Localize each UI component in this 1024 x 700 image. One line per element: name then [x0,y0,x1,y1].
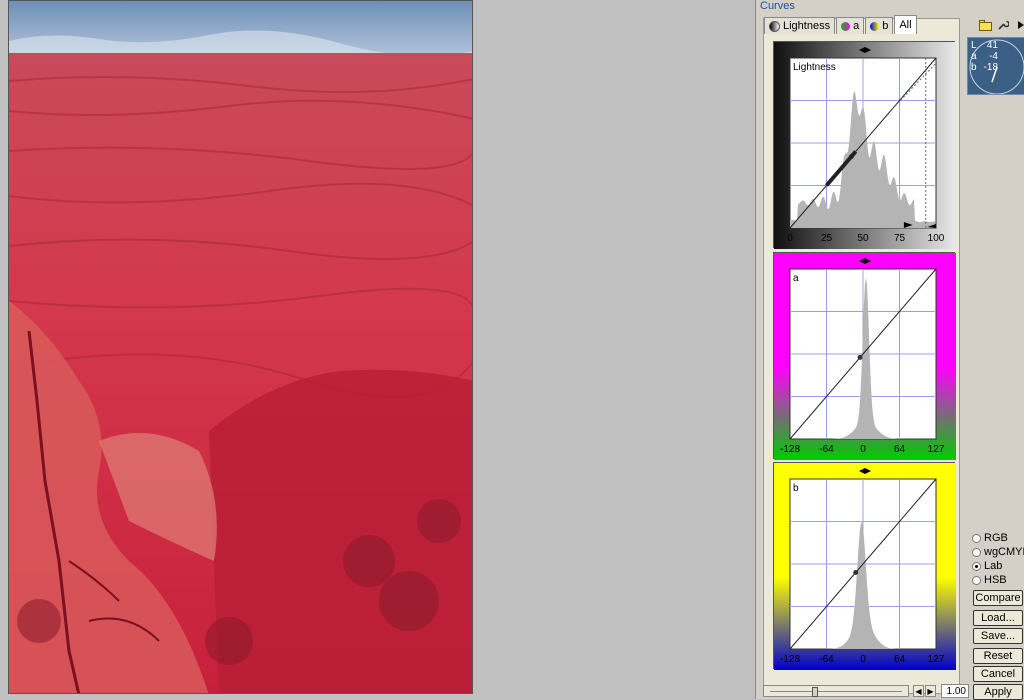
zoom-decrease-icon[interactable]: ◀ [913,685,924,697]
tab-b[interactable]: b [865,17,894,34]
b-channel-icon [870,21,880,31]
tick-label: 0 [787,233,793,244]
tick-label: 100 [928,233,945,244]
radio-label: RGB [984,532,1008,544]
radio-label: HSB [984,574,1007,586]
tick-label: 64 [894,654,906,665]
radio-hsb[interactable]: HSB [972,574,1007,586]
readout-value-l: 41 [986,40,998,51]
save-button[interactable]: Save... [973,628,1023,644]
curve-control-point [853,570,859,575]
window-title: Curves [756,0,1024,14]
load-button[interactable]: Load... [973,610,1023,626]
tab-a[interactable]: a [836,17,865,34]
tab-label: Lightness [783,20,831,32]
tick-label: 64 [894,444,906,455]
channel-tabs: Lightness a b All [764,15,918,35]
folder-icon[interactable] [978,18,992,32]
curves-panel: Curves Lightness a b All L 41 a -4 b -18… [755,0,1024,700]
graph-label: b [793,483,799,494]
tick-label: -64 [819,654,834,665]
radio-rgb[interactable]: RGB [972,532,1008,544]
radio-dot [972,533,981,543]
tab-label: a [853,20,860,32]
color-readout: L 41 a -4 b -18 [967,37,1024,95]
compare-button[interactable]: Compare [973,590,1023,606]
radio-label: wgCMYK [984,546,1024,558]
cancel-button[interactable]: Cancel [973,666,1023,682]
tab-lightness[interactable]: Lightness [764,17,836,34]
tab-label: b [882,20,889,32]
tick-label: 127 [928,444,945,455]
tick-label: 0 [860,654,866,665]
slider-track [770,691,902,692]
tick-label: 25 [821,233,833,244]
readout-value-b: -18 [983,62,998,73]
tick-label: 75 [894,233,906,244]
tab-all[interactable]: All [894,15,917,34]
tick-label: 50 [857,233,869,244]
zoom-controls: ◀ ▶ 1.00 [763,683,1024,699]
wrench-icon[interactable] [996,18,1010,32]
toolbar-icons [978,18,1024,32]
a-channel-icon [841,21,851,31]
radio-dot [972,561,981,571]
play-icon[interactable] [1014,18,1024,32]
graph-label: Lightness [793,62,836,73]
tick-label: -128 [780,444,800,455]
a-curve-graph[interactable]: a -128 -64 0 64 127 [773,252,956,460]
zoom-value[interactable]: 1.00 [941,684,969,698]
tick-label: -64 [819,444,834,455]
radio-label: Lab [984,560,1003,572]
radio-wgcmyk[interactable]: wgCMYK [972,546,1024,558]
radio-dot [972,575,981,585]
zoom-slider[interactable] [763,685,909,697]
tick-label: 127 [928,654,945,665]
zoom-increase-icon[interactable]: ▶ [925,685,936,697]
lightness-curve-graph[interactable]: Lightness 0 25 50 75 100 [773,41,956,249]
curve-control-point [857,354,863,360]
radio-dot [972,547,981,557]
readout-value-a: -4 [989,51,998,62]
canyon-photo [9,1,472,693]
reset-button[interactable]: Reset [973,648,1023,664]
graph-label: a [793,273,799,284]
lightness-icon [769,20,780,32]
b-curve-graph[interactable]: b -128 -64 0 64 127 [773,462,956,670]
radio-lab[interactable]: Lab [972,560,1002,572]
slider-thumb[interactable] [812,687,818,697]
tick-label: 0 [860,444,866,455]
tab-label: All [899,19,912,31]
tick-label: -128 [780,654,800,665]
image-preview[interactable] [8,0,473,694]
